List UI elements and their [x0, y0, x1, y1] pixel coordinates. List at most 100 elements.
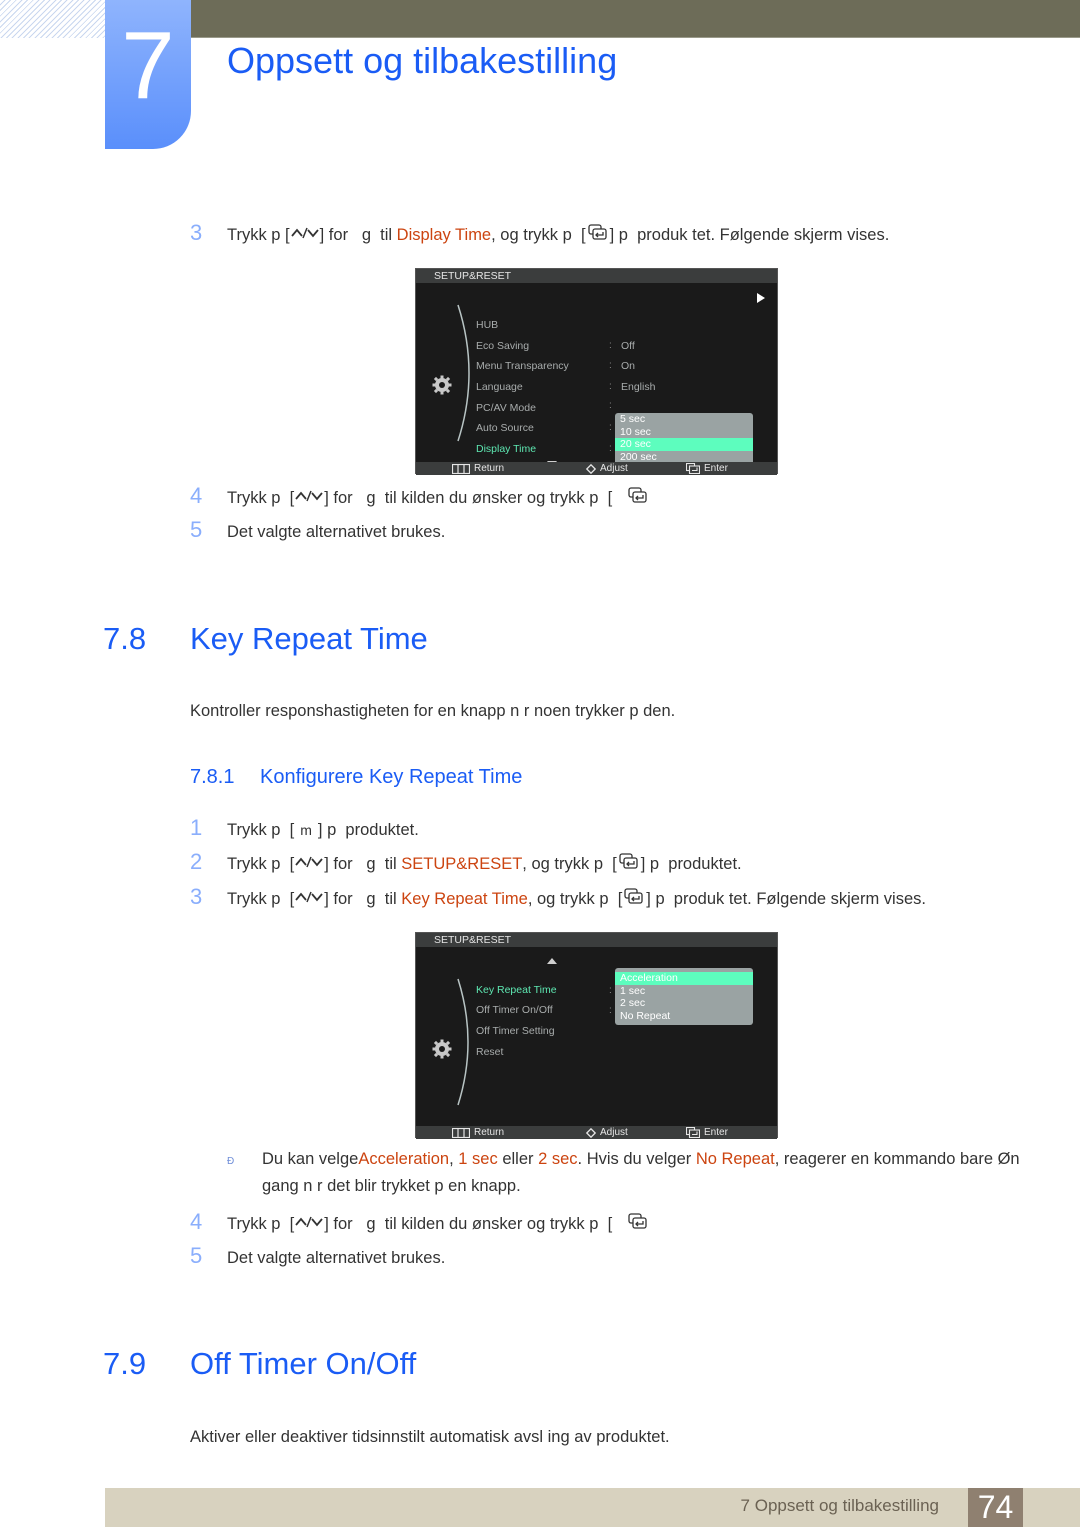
step-number: 1 — [190, 815, 203, 840]
osd-dropdown-key-repeat-time: Acceleration 1 sec 2 sec No Repeat — [615, 968, 753, 1025]
osd-option[interactable]: 1 sec — [615, 985, 753, 998]
highlight-no-repeat: No Repeat — [695, 1150, 775, 1168]
note-text-part: , — [449, 1150, 459, 1168]
highlight-setup-reset: SETUP&RESET — [401, 855, 523, 873]
step-1-key-repeat: 1 Trykk p [ m ] p produktet. — [190, 815, 419, 841]
osd-colon: : — [609, 443, 612, 454]
highlight-1-sec: 1 sec — [458, 1150, 498, 1168]
step-number: 5 — [190, 517, 203, 542]
osd-item-menu-transparency[interactable]: Menu Transparency — [476, 360, 569, 372]
section-number: 7.9 — [103, 1346, 147, 1381]
step-text: Trykk p [ — [227, 821, 295, 839]
step-text: Trykk p [ — [227, 1215, 295, 1233]
osd-option-selected[interactable]: Acceleration — [615, 972, 753, 985]
gear-icon — [432, 1039, 452, 1059]
osd-screen-key-repeat-time: SETUP&RESET Key Repeat Time : Off Timer … — [415, 932, 778, 1139]
scroll-arc-decoration — [457, 978, 469, 1106]
osd-colon: : — [609, 360, 612, 371]
osd-item-display-time[interactable]: Display Time — [476, 443, 536, 455]
step-text: Trykk p [ — [227, 890, 295, 908]
diamond-icon — [586, 1128, 596, 1138]
osd-option[interactable]: 2 sec — [615, 997, 753, 1010]
up-down-icon — [294, 1215, 324, 1229]
subsection-title: Konfigurere Key Repeat Time — [260, 766, 523, 788]
osd-item-off-timer-on-off[interactable]: Off Timer On/Off — [476, 1004, 553, 1016]
header-hatch-decoration — [0, 0, 106, 38]
osd-enter-label: Enter — [704, 1127, 728, 1138]
osd-return[interactable]: Return — [452, 1126, 504, 1139]
osd-option[interactable]: No Repeat — [615, 1010, 753, 1023]
note-text: Du kan velgeAcceleration, 1 sec eller 2 … — [262, 1146, 1022, 1200]
up-down-icon — [294, 489, 324, 503]
step-text: Trykk p [ — [227, 855, 295, 873]
step-3-display-time: 3 Trykk p [ ] for g til Display Time , o… — [190, 220, 889, 246]
osd-title: SETUP&RESET — [416, 269, 777, 283]
osd-item-language[interactable]: Language — [476, 381, 523, 393]
note-text-part: Du kan velge — [262, 1150, 359, 1168]
osd-item-reset[interactable]: Reset — [476, 1046, 503, 1058]
step-text: Det valgte alternativet brukes. — [227, 523, 446, 541]
osd-colon: : — [609, 985, 612, 996]
osd-item-eco-saving[interactable]: Eco Saving — [476, 340, 529, 352]
osd-enter[interactable]: Enter — [686, 1126, 728, 1139]
osd-item-auto-source[interactable]: Auto Source — [476, 422, 534, 434]
osd-return[interactable]: Return — [452, 462, 504, 475]
osd-return-label: Return — [474, 1127, 505, 1138]
osd-value-menu-transparency: On — [621, 360, 636, 372]
step-text: ] p produktet. — [640, 855, 742, 873]
enter-icon — [624, 888, 644, 904]
highlight-display-time: Display Time — [396, 226, 492, 244]
up-down-icon — [290, 226, 320, 240]
osd-colon: : — [609, 1005, 612, 1016]
step-text: ] p produk tet. Følgende skjerm vises. — [609, 226, 890, 244]
step-number: 4 — [190, 1209, 203, 1234]
step-text: Det valgte alternativet brukes. — [227, 1249, 446, 1267]
section-heading-key-repeat-time: 7.8 Key Repeat Time — [103, 621, 428, 657]
osd-screen-display-time: SETUP&RESET HUB Eco Saving : Off Menu Tr… — [415, 268, 778, 475]
osd-enter[interactable]: Enter — [686, 462, 728, 475]
osd-item-pc-av-mode[interactable]: PC/AV Mode — [476, 402, 536, 414]
step-text: ] p produktet. — [317, 821, 419, 839]
step-text: , og trykk p [ — [491, 226, 586, 244]
page-footer: 7 Oppsett og tilbakestilling 74 — [105, 1488, 1080, 1527]
step-text: ] for g til — [324, 855, 402, 873]
osd-item-key-repeat-time[interactable]: Key Repeat Time — [476, 984, 557, 996]
osd-adjust[interactable]: Adjust — [586, 1126, 628, 1139]
step-text: , og trykk p [ — [522, 855, 617, 873]
osd-title: SETUP&RESET — [416, 933, 777, 947]
step-text: Trykk p [ — [227, 489, 295, 507]
chapter-tab: 7 — [105, 0, 191, 149]
menu-icon — [452, 464, 470, 474]
osd-dropdown-display-time: 5 sec 10 sec 20 sec 200 sec — [615, 413, 753, 466]
enter-icon — [628, 1213, 648, 1229]
header-bar — [190, 0, 1080, 38]
step-5-key-repeat: 5 Det valgte alternativet brukes. — [190, 1243, 445, 1269]
osd-footer: Return Adjust Enter — [416, 1126, 777, 1139]
up-down-icon — [294, 855, 324, 869]
step-text: ] for g til — [324, 890, 402, 908]
note-icon: Ð — [227, 1156, 235, 1167]
osd-item-off-timer-setting[interactable]: Off Timer Setting — [476, 1025, 555, 1037]
step-number: 5 — [190, 1243, 203, 1268]
section-heading-off-timer: 7.9 Off Timer On/Off — [103, 1346, 416, 1382]
osd-item-hub[interactable]: HUB — [476, 319, 498, 331]
up-down-icon — [294, 890, 324, 904]
step-5-display-time: 5 Det valgte alternativet brukes. — [190, 517, 445, 543]
diamond-icon — [586, 464, 596, 474]
footer-chapter-label: 7 Oppsett og tilbakestilling — [740, 1496, 939, 1515]
subsection-heading: 7.8.1 Konfigurere Key Repeat Time — [190, 766, 522, 789]
note-text-part: eller — [497, 1150, 539, 1168]
enter-icon — [628, 487, 648, 503]
step-2-key-repeat: 2 Trykk p [ ] for g til SETUP&RESET , og… — [190, 849, 742, 875]
osd-option[interactable]: 10 sec — [615, 426, 753, 439]
osd-option-selected[interactable]: 20 sec — [615, 438, 753, 451]
chapter-title: Oppsett og tilbakestilling — [227, 40, 618, 81]
osd-adjust[interactable]: Adjust — [586, 462, 628, 475]
menu-icon — [452, 1128, 470, 1138]
highlight-key-repeat-time: Key Repeat Time — [401, 890, 528, 908]
highlight-acceleration: Acceleration — [358, 1150, 450, 1168]
osd-option[interactable]: 5 sec — [615, 413, 753, 426]
menu-key-label: m — [300, 822, 312, 838]
step-text: ] p produk tet. Følgende skjerm vises. — [646, 890, 926, 908]
osd-adjust-label: Adjust — [600, 1127, 628, 1138]
